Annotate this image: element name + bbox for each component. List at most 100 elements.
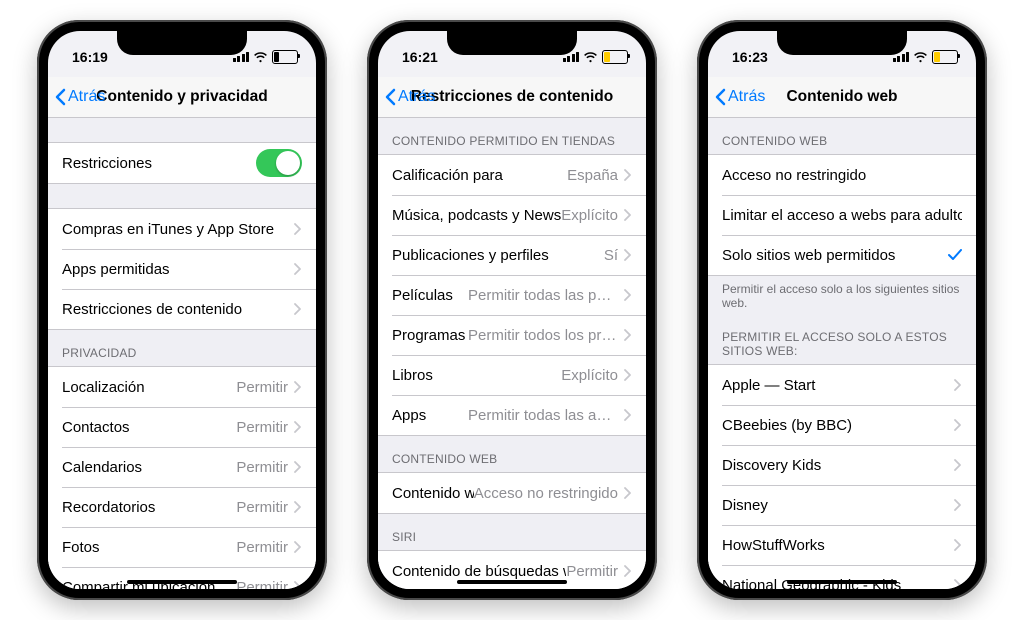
battery-icon [932, 50, 958, 64]
settings-row[interactable]: Compartir mi ubicaciónPermitir [48, 567, 316, 589]
settings-row[interactable]: National Geographic - Kids [708, 565, 976, 589]
settings-row[interactable]: Calificación paraEspaña [378, 155, 646, 195]
cell-label: Calificación para [392, 167, 567, 184]
nav-bar: Atrás Restricciones de contenido [378, 77, 646, 118]
wifi-icon [583, 51, 598, 63]
settings-row[interactable]: Apps permitidas [48, 249, 316, 289]
settings-row[interactable]: AppsPermitir todas las apps [378, 395, 646, 435]
settings-row[interactable]: Disney [708, 485, 976, 525]
cell-label: Apps [392, 407, 468, 424]
settings-row[interactable]: Solo sitios web permitidos [708, 235, 976, 275]
cell-label: Apps permitidas [62, 261, 288, 278]
settings-row[interactable]: Discovery Kids [708, 445, 976, 485]
wifi-icon [913, 51, 928, 63]
settings-row[interactable]: Programas de TVPermitir todos los pro… [378, 315, 646, 355]
chevron-right-icon [624, 409, 632, 421]
back-button[interactable]: Atrás [54, 88, 105, 106]
battery-icon [602, 50, 628, 64]
settings-row[interactable]: LocalizaciónPermitir [48, 367, 316, 407]
chevron-right-icon [294, 381, 302, 393]
chevron-left-icon [54, 88, 66, 106]
settings-row[interactable]: FotosPermitir [48, 527, 316, 567]
section-header: SIRI [378, 514, 646, 550]
settings-content[interactable]: CONTENIDO WEBAcceso no restringidoLimita… [708, 118, 976, 589]
notch [117, 31, 247, 55]
cell-label: Localización [62, 379, 236, 396]
chevron-right-icon [294, 421, 302, 433]
chevron-right-icon [294, 303, 302, 315]
toggle-switch[interactable] [256, 149, 302, 177]
settings-row[interactable]: Música, podcasts y NewsExplícito [378, 195, 646, 235]
back-button[interactable]: Atrás [714, 88, 765, 106]
wifi-icon [253, 51, 268, 63]
cell-value: Explícito [561, 207, 618, 224]
home-indicator[interactable] [127, 580, 237, 584]
chevron-right-icon [954, 459, 962, 471]
nav-bar: Atrás Contenido y privacidad [48, 77, 316, 118]
chevron-right-icon [624, 369, 632, 381]
section-footer: Permitir el acceso solo a los siguientes… [708, 276, 976, 314]
back-button[interactable]: Atrás [384, 88, 435, 106]
nav-bar: Atrás Contenido web [708, 77, 976, 118]
section-header: CONTENIDO PERMITIDO EN TIENDAS [378, 118, 646, 154]
cell-label: Compras en iTunes y App Store [62, 221, 288, 238]
settings-row[interactable]: RecordatoriosPermitir [48, 487, 316, 527]
chevron-right-icon [294, 501, 302, 513]
cell-value: Permitir todas las películas [468, 287, 618, 304]
settings-row[interactable]: ContactosPermitir [48, 407, 316, 447]
cell-label: Restricciones [62, 155, 256, 172]
chevron-right-icon [954, 579, 962, 589]
status-time: 16:23 [732, 49, 768, 65]
chevron-left-icon [714, 88, 726, 106]
settings-row[interactable]: Acceso no restringido [708, 155, 976, 195]
cell-label: Disney [722, 497, 948, 514]
settings-row[interactable]: Apple — Start [708, 365, 976, 405]
chevron-left-icon [384, 88, 396, 106]
cell-label: Discovery Kids [722, 457, 948, 474]
cell-label: Contactos [62, 419, 236, 436]
section-header: CONTENIDO WEB [378, 436, 646, 472]
phone-frame: 16:19 Atrás Contenido y privacidad Restr… [37, 20, 327, 600]
settings-row[interactable]: PelículasPermitir todas las películas [378, 275, 646, 315]
settings-row[interactable]: Restricciones [48, 143, 316, 183]
settings-row[interactable]: Limitar el acceso a webs para adultos [708, 195, 976, 235]
chevron-right-icon [624, 169, 632, 181]
section-header: PRIVACIDAD [48, 330, 316, 366]
settings-content[interactable]: CONTENIDO PERMITIDO EN TIENDASCalificaci… [378, 118, 646, 589]
settings-row[interactable]: HowStuffWorks [708, 525, 976, 565]
settings-row[interactable]: LibrosExplícito [378, 355, 646, 395]
phone-frame: 16:23 Atrás Contenido web CONTENIDO WEBA… [697, 20, 987, 600]
cell-label: Limitar el acceso a webs para adultos [722, 207, 962, 224]
cell-value: Permitir todas las apps [468, 407, 618, 424]
chevron-right-icon [954, 419, 962, 431]
home-indicator[interactable] [457, 580, 567, 584]
cell-label: Libros [392, 367, 561, 384]
cell-label: Publicaciones y perfiles [392, 247, 604, 264]
cell-value: Permitir [236, 379, 288, 396]
settings-row[interactable]: CalendariosPermitir [48, 447, 316, 487]
settings-content[interactable]: Restricciones Compras en iTunes y App Sto… [48, 118, 316, 589]
cell-label: Calendarios [62, 459, 236, 476]
back-label: Atrás [68, 88, 105, 106]
cell-label: Recordatorios [62, 499, 236, 516]
battery-icon [272, 50, 298, 64]
checkmark-icon [948, 249, 962, 261]
cell-value: Permitir [236, 499, 288, 516]
notch [777, 31, 907, 55]
cell-value: Sí [604, 247, 618, 264]
settings-row[interactable]: Compras en iTunes y App Store [48, 209, 316, 249]
cell-label: Solo sitios web permitidos [722, 247, 942, 264]
status-time: 16:21 [402, 49, 438, 65]
cell-label: Contenido web [392, 485, 474, 502]
cell-label: CBeebies (by BBC) [722, 417, 948, 434]
cell-value: Permitir [236, 539, 288, 556]
settings-row[interactable]: Restricciones de contenido [48, 289, 316, 329]
home-indicator[interactable] [787, 580, 897, 584]
settings-row[interactable]: Contenido webAcceso no restringido [378, 473, 646, 513]
settings-row[interactable]: CBeebies (by BBC) [708, 405, 976, 445]
chevron-right-icon [624, 565, 632, 577]
chevron-right-icon [624, 209, 632, 221]
chevron-right-icon [954, 499, 962, 511]
cell-value: Permitir todos los pro… [468, 327, 618, 344]
settings-row[interactable]: Publicaciones y perfilesSí [378, 235, 646, 275]
